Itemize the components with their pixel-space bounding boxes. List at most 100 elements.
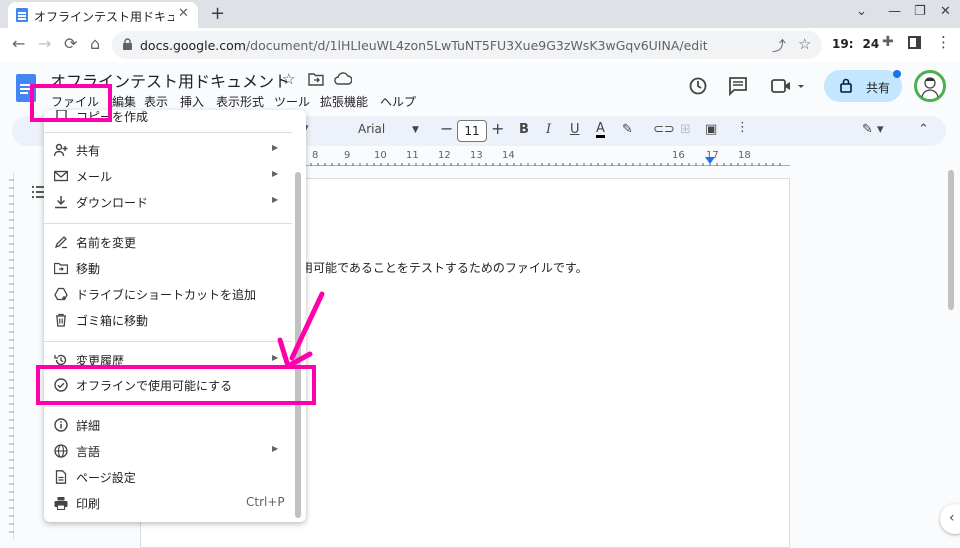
font-dropdown-icon[interactable]: ▼ (412, 125, 419, 135)
ruler-number: 13 (470, 150, 483, 161)
close-window-icon[interactable]: ✕ (940, 4, 951, 19)
menu-item-move[interactable]: 移動 (44, 256, 292, 280)
add-comment-icon[interactable]: ⊞ (680, 122, 691, 137)
mail-icon (54, 169, 68, 183)
browser-tab-strip: オフラインテスト用ドキュメント ✕ + ⌄ — ❐ ✕ (0, 0, 960, 28)
menu-item-label: 言語 (76, 445, 101, 459)
version-history-icon[interactable] (688, 76, 708, 96)
increase-font-icon[interactable]: + (491, 119, 504, 138)
person-add-icon (54, 143, 68, 157)
decrease-font-icon[interactable]: − (440, 119, 453, 138)
side-panel-icon[interactable] (908, 36, 921, 49)
cloud-status-icon[interactable] (334, 72, 352, 85)
underline-icon[interactable]: U (570, 122, 580, 137)
link-icon[interactable]: ⊂⊃ (653, 122, 675, 137)
ruler-number: 18 (738, 150, 751, 161)
share-button[interactable]: 共有 (824, 70, 902, 102)
menu-item-rename[interactable]: 名前を変更 (44, 230, 292, 254)
ruler-number: 12 (438, 150, 451, 161)
menu-divider (44, 341, 292, 342)
menu-item-page-setup[interactable]: ページ設定 (44, 465, 292, 489)
menu-item-label: ページ設定 (76, 471, 136, 485)
menu-item-label: 印刷 (76, 497, 101, 511)
notification-dot (893, 70, 901, 78)
submenu-arrow-icon: ▶ (272, 444, 279, 453)
menu-divider (44, 406, 292, 407)
menu-help[interactable]: ヘルプ (380, 93, 416, 110)
menu-item-label: ゴミ箱に移動 (76, 314, 149, 328)
menu-item-label: ダウンロード (76, 196, 149, 210)
menu-item-email[interactable]: メール ▶ (44, 164, 292, 188)
page-setup-icon (54, 470, 68, 484)
tab-close-icon[interactable]: ✕ (178, 6, 189, 21)
forward-icon[interactable]: → (38, 34, 51, 53)
menu-item-trash[interactable]: ゴミ箱に移動 (44, 308, 292, 332)
address-bar[interactable]: docs.google.com/document/d/1lHLIeuWL4zon… (112, 31, 822, 59)
horizontal-ruler: 8 9 10 11 12 13 14 16 17 18 (300, 148, 790, 166)
menu-item-label: 共有 (76, 144, 101, 158)
more-options-icon[interactable]: ⋮ (736, 120, 749, 135)
submenu-arrow-icon: ▶ (272, 143, 279, 152)
document-body-text[interactable]: 用可能であることをテストするためのファイルです。 (301, 259, 588, 276)
lock-icon[interactable] (122, 38, 133, 51)
menu-item-details[interactable]: 詳細 (44, 413, 292, 437)
side-panel-toggle-button[interactable]: ‹ (940, 504, 960, 534)
bold-icon[interactable]: B (519, 122, 529, 137)
menu-edit[interactable]: 編集 (112, 93, 136, 110)
font-size-input[interactable]: 11 (457, 120, 487, 142)
move-folder-icon[interactable] (308, 72, 324, 86)
restore-icon[interactable]: ❐ (914, 4, 926, 19)
browser-tab[interactable]: オフラインテスト用ドキュメント ✕ (8, 2, 198, 28)
menu-item-label: ドライブにショートカットを追加 (76, 288, 257, 302)
file-menu: コピーを作成 共有 ▶ メール ▶ ダウンロード ▶ 名前を変更 移動 ドライブ… (44, 110, 306, 522)
hide-menus-icon[interactable]: ⌃ (918, 122, 929, 137)
url-text: docs.google.com/document/d/1lHLIeuWL4zon… (140, 38, 708, 53)
menu-item-language[interactable]: 言語 ▶ (44, 439, 292, 463)
ruler-number: 16 (672, 150, 685, 161)
menu-item-print[interactable]: 印刷 Ctrl+P (44, 491, 292, 515)
star-icon[interactable]: ☆ (282, 70, 295, 88)
menu-extensions[interactable]: 拡張機能 (320, 93, 368, 110)
comments-icon[interactable] (728, 76, 748, 96)
vertical-ruler (0, 172, 14, 540)
italic-icon[interactable]: I (546, 122, 551, 137)
font-select[interactable]: Arial (358, 122, 385, 136)
annotation-arrow-icon (277, 291, 325, 369)
right-indent-marker[interactable] (705, 157, 715, 164)
reload-icon[interactable]: ⟳ (64, 34, 77, 53)
menu-item-add-shortcut[interactable]: ドライブにショートカットを追加 (44, 282, 292, 306)
back-icon[interactable]: ← (12, 34, 25, 53)
minimize-icon[interactable]: — (888, 4, 901, 19)
extensions-icon[interactable]: ✚ (882, 34, 894, 50)
menu-item-share[interactable]: 共有 ▶ (44, 138, 292, 162)
menu-item-download[interactable]: ダウンロード ▶ (44, 190, 292, 214)
menu-view[interactable]: 表示 (144, 93, 168, 110)
rename-icon (54, 235, 68, 249)
highlight-file-menu (30, 84, 112, 122)
home-icon[interactable]: ⌂ (90, 34, 100, 53)
ruler-number: 11 (406, 150, 419, 161)
menu-insert[interactable]: 挿入 (180, 93, 204, 110)
insert-image-icon[interactable]: ▣ (705, 122, 717, 137)
new-tab-button[interactable]: + (210, 3, 225, 24)
menu-divider (44, 132, 292, 133)
share-page-icon[interactable]: ⤴ (772, 36, 786, 56)
tab-search-icon[interactable]: ⌄ (856, 4, 867, 19)
highlight-pen-icon[interactable]: ✎ (622, 122, 633, 137)
menu-item-label: 詳細 (76, 419, 101, 433)
download-icon (54, 195, 68, 209)
globe-icon (54, 444, 68, 458)
menu-tools[interactable]: ツール (274, 93, 310, 110)
chrome-menu-icon[interactable]: ⋮ (936, 33, 951, 51)
browser-toolbar: ← → ⟳ ⌂ docs.google.com/document/d/1lHLI… (0, 28, 960, 62)
text-color-icon[interactable]: A (596, 122, 605, 138)
clock: 19: 24 (832, 37, 880, 51)
page-scrollbar[interactable] (948, 170, 954, 310)
menu-divider (44, 223, 292, 224)
meet-icon[interactable] (770, 76, 808, 96)
editing-mode-icon[interactable]: ✎ ▾ (862, 122, 884, 137)
trash-icon (54, 313, 68, 327)
menu-format[interactable]: 表示形式 (216, 93, 264, 110)
avatar[interactable] (914, 70, 946, 102)
bookmark-star-icon[interactable]: ☆ (798, 35, 811, 53)
